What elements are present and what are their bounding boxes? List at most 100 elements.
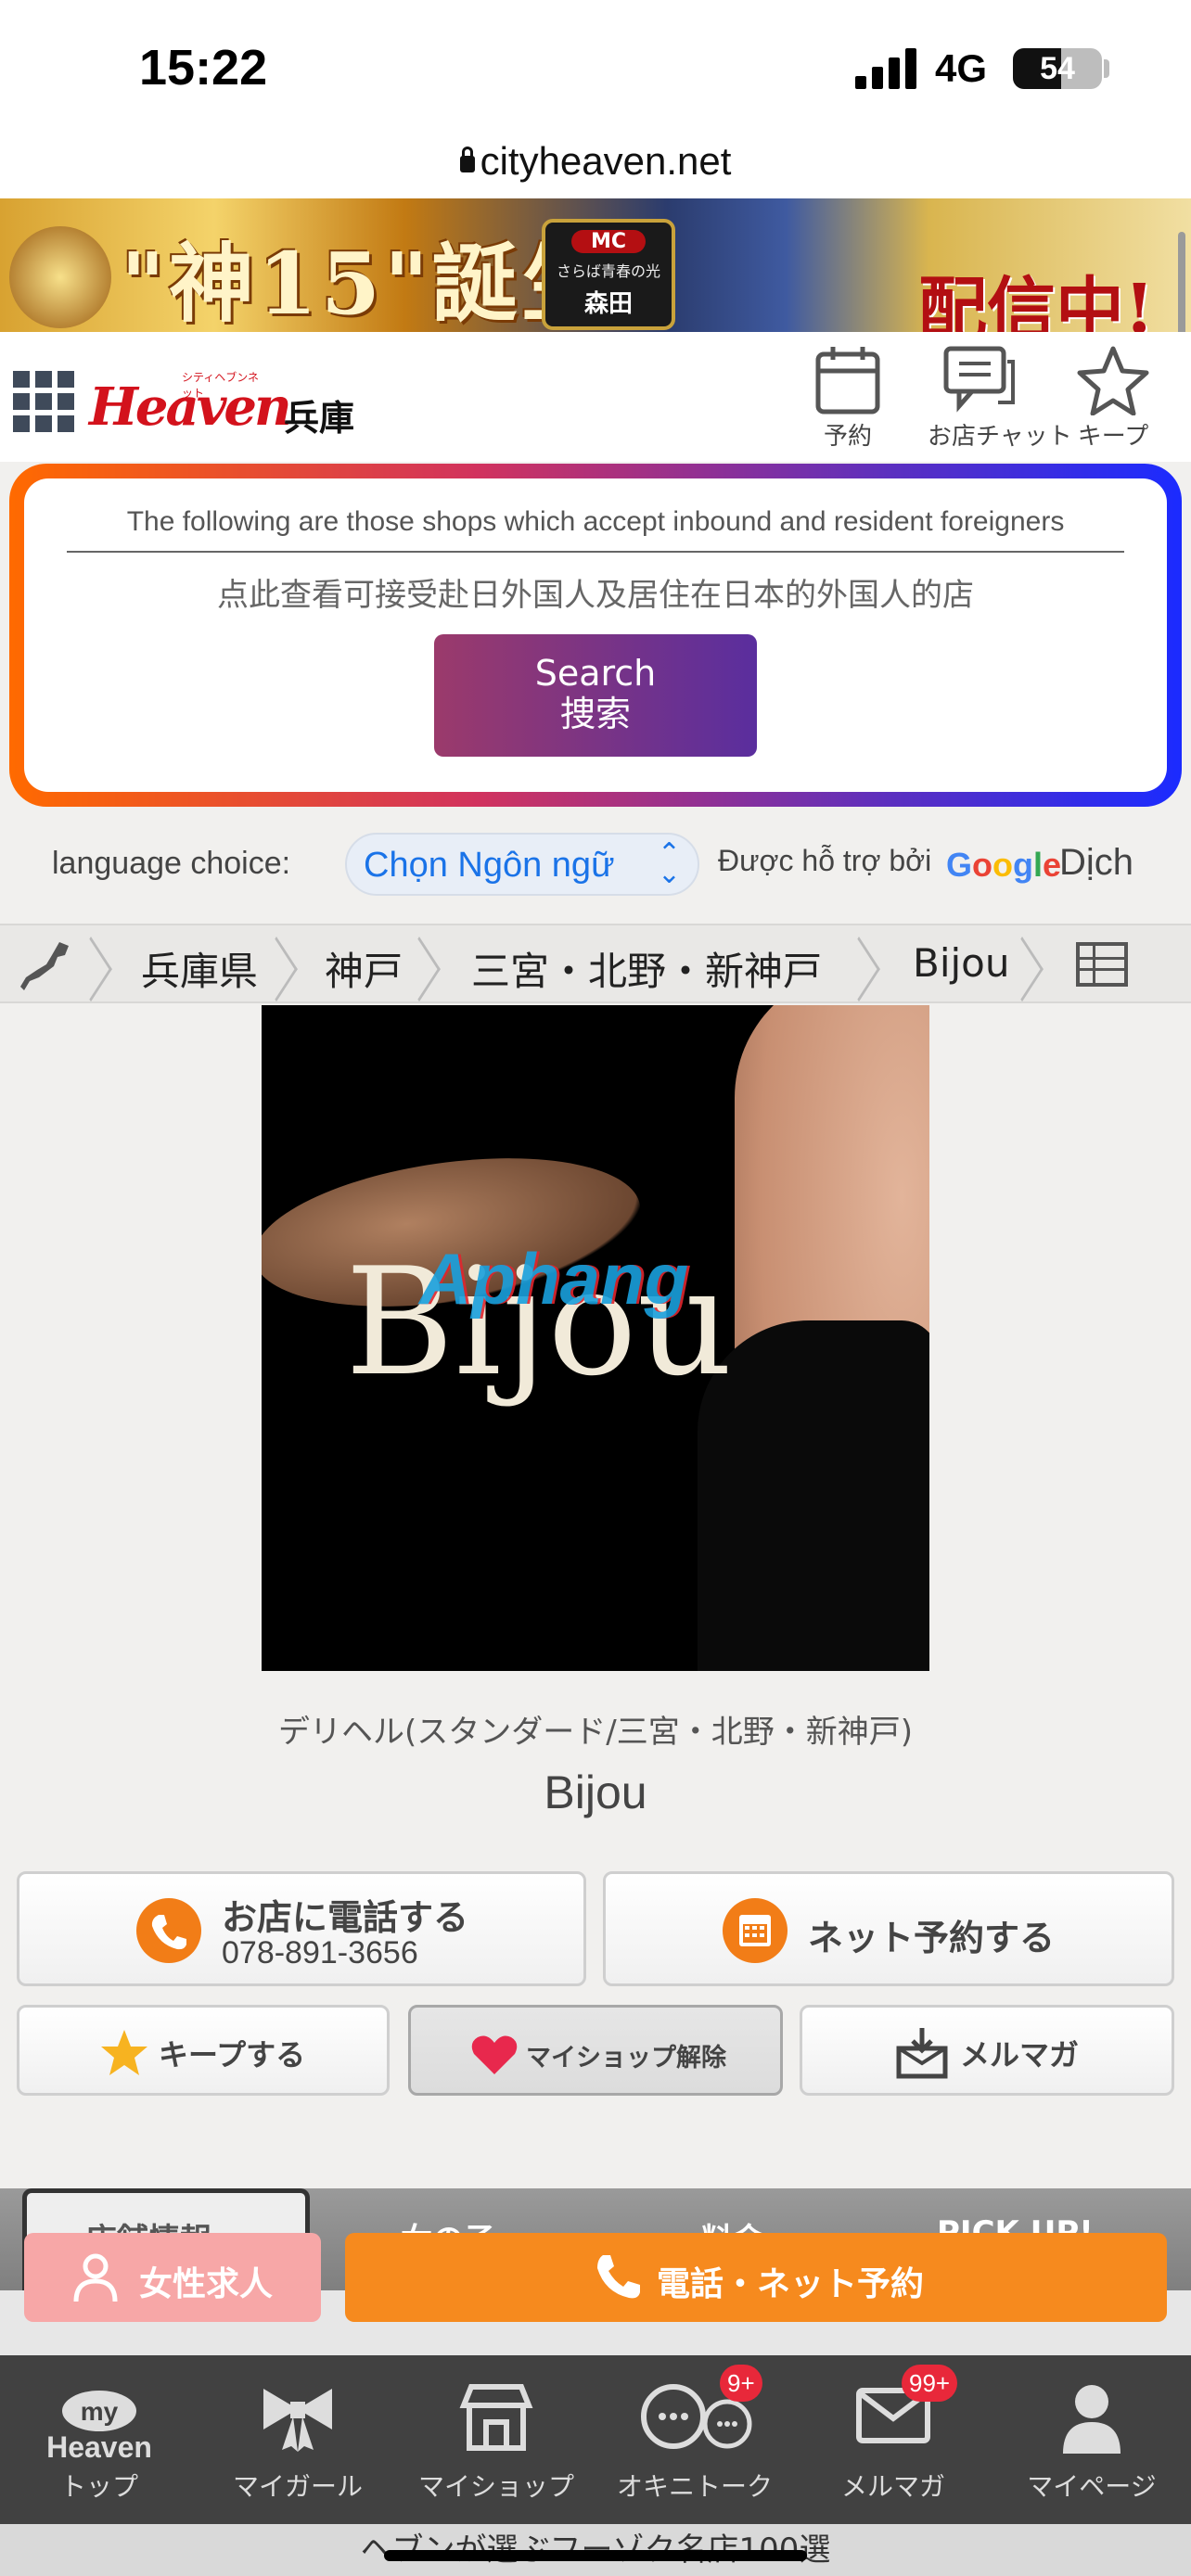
nav-label: オキニトーク bbox=[616, 2471, 773, 2502]
powered-by-text: Được hỗ trợ bởi bbox=[718, 844, 932, 877]
nav-label: マイページ bbox=[1027, 2471, 1157, 2502]
language-select[interactable]: Chọn Ngôn ngữ ⌃ ⌄ bbox=[345, 833, 699, 896]
signal-icon bbox=[855, 46, 920, 89]
watermark-text: Aphang bbox=[419, 1238, 689, 1320]
logo-text: Heaven bbox=[89, 376, 292, 438]
site-header: シティヘブンネット Heaven 兵庫 予約 お店チャット キープ bbox=[0, 332, 1191, 462]
header-button-label: お店チャット bbox=[928, 423, 1072, 451]
nav-label: メルマガ bbox=[840, 2471, 945, 2502]
list-view-icon[interactable] bbox=[1076, 942, 1128, 987]
breadcrumb-item[interactable]: 三宮・北野・新神戸 bbox=[471, 940, 822, 997]
language-row: language choice: Chọn Ngôn ngữ ⌃ ⌄ Được h… bbox=[0, 825, 1191, 909]
star-icon bbox=[1077, 346, 1149, 415]
breadcrumb-item[interactable]: 神戸 bbox=[325, 940, 403, 997]
header-button-label: 予約 bbox=[823, 423, 872, 451]
network-type: 4G bbox=[935, 46, 988, 90]
address-bar[interactable]: cityheaven.net bbox=[0, 139, 1191, 198]
net-reserve-label: ネット予約する bbox=[808, 1918, 1056, 1958]
nav-label: トップ bbox=[59, 2471, 138, 2502]
banner-badge: MC さらば青春の光 森田 bbox=[542, 219, 675, 330]
home-indicator[interactable] bbox=[384, 2550, 807, 2561]
shop-main-image[interactable]: Bijou Aphang bbox=[262, 1005, 929, 1671]
language-select-value: Chọn Ngôn ngữ bbox=[364, 846, 615, 885]
menu-grid-icon[interactable] bbox=[13, 371, 74, 432]
call-reserve-label: 電話・ネット予約 bbox=[657, 2265, 925, 2303]
select-arrows-icon: ⌃ ⌄ bbox=[657, 837, 681, 890]
badge-sub: さらば青春の光 bbox=[556, 262, 660, 280]
breadcrumb-item[interactable]: 兵庫県 bbox=[141, 940, 258, 997]
download-mail-icon bbox=[896, 2028, 948, 2079]
battery-tip bbox=[1104, 59, 1109, 78]
call-shop-button[interactable]: お店に電話する 078-891-3656 bbox=[17, 1871, 586, 1986]
heart-icon bbox=[471, 2035, 518, 2074]
breadcrumb-item-current[interactable]: Bijou bbox=[913, 940, 1009, 986]
nav-label: マイショップ bbox=[417, 2471, 574, 2502]
breadcrumb: 兵庫県 神戸 三宮・北野・新神戸 Bijou bbox=[0, 924, 1191, 1003]
call-reserve-button[interactable]: 電話・ネット予約 bbox=[345, 2233, 1167, 2322]
net-reserve-button[interactable]: ネット予約する bbox=[603, 1871, 1174, 1986]
nav-okini-talk[interactable]: 9+ オキニトーク bbox=[596, 2355, 794, 2524]
battery-icon: 54 bbox=[1013, 48, 1102, 89]
divider bbox=[67, 551, 1124, 553]
shop-name: Bijou bbox=[544, 1766, 647, 1818]
shop-icon bbox=[459, 2384, 533, 2451]
ribbon-icon bbox=[263, 2389, 332, 2452]
star-icon bbox=[101, 2030, 147, 2075]
foreigner-search-button[interactable]: Search 捜索 bbox=[434, 634, 757, 757]
nav-mailmag[interactable]: 99+ メルマガ bbox=[794, 2355, 992, 2524]
site-logo[interactable]: シティヘブンネット Heaven bbox=[89, 369, 292, 438]
banner-medal bbox=[9, 226, 111, 328]
japan-map-icon[interactable] bbox=[19, 938, 74, 994]
jobs-label: 女性求人 bbox=[139, 2265, 274, 2303]
status-bar: 15:22 4G 54 bbox=[0, 0, 1191, 139]
call-shop-label: お店に電話する bbox=[222, 1897, 469, 1938]
mailmag-button[interactable]: メルマガ bbox=[800, 2005, 1174, 2096]
keep-button[interactable]: キープする bbox=[17, 2005, 390, 2096]
notification-badge: 99+ bbox=[902, 2365, 958, 2402]
search-button-label: Search bbox=[534, 653, 657, 694]
logo-top-text: my bbox=[81, 2397, 119, 2426]
promo-banner[interactable]: "神15"誕生 MC さらば青春の光 森田 配信中! bbox=[0, 198, 1191, 332]
nav-label: マイガール bbox=[232, 2471, 363, 2502]
keep-label: キープする bbox=[159, 2037, 306, 2072]
badge-label: MC bbox=[571, 230, 646, 253]
header-chat-button[interactable]: お店チャット bbox=[928, 345, 1072, 452]
foreigner-chinese-text[interactable]: 点此查看可接受赴日外国人及居住在日本的外国人的店 bbox=[24, 569, 1167, 615]
region-label[interactable]: 兵庫 bbox=[284, 389, 354, 440]
lock-icon bbox=[459, 147, 475, 172]
notification-badge: 9+ bbox=[720, 2365, 762, 2402]
battery-level: 54 bbox=[1040, 51, 1075, 86]
url-text: cityheaven.net bbox=[0, 139, 1191, 184]
shop-phone-number: 078-891-3656 bbox=[222, 1935, 418, 1970]
header-reserve-button[interactable]: 予約 bbox=[796, 345, 900, 452]
language-label: language choice: bbox=[52, 846, 291, 881]
status-time: 15:22 bbox=[139, 40, 268, 96]
mailmag-label: メルマガ bbox=[960, 2037, 1080, 2072]
calendar-icon bbox=[815, 347, 880, 414]
foreigner-english-text: The following are those shops which acce… bbox=[126, 506, 1065, 537]
foreigner-search-box: The following are those shops which acce… bbox=[9, 464, 1182, 807]
header-keep-button[interactable]: キープ bbox=[1061, 345, 1165, 452]
calendar-icon bbox=[723, 1898, 788, 1963]
jobs-button[interactable]: 女性求人 bbox=[24, 2233, 321, 2322]
nav-my-shop[interactable]: マイショップ bbox=[397, 2355, 596, 2524]
url-label: cityheaven.net bbox=[480, 139, 732, 183]
translate-link[interactable]: Dịch bbox=[1059, 842, 1133, 884]
nav-my-page[interactable]: マイページ bbox=[992, 2355, 1191, 2524]
nav-my-girl[interactable]: マイガール bbox=[198, 2355, 397, 2524]
google-logo: Google bbox=[946, 846, 1062, 884]
phone-icon bbox=[597, 2255, 640, 2299]
my-heaven-icon: my Heaven bbox=[46, 2391, 152, 2464]
nav-top[interactable]: my Heaven トップ bbox=[0, 2355, 198, 2524]
badge-name: 森田 bbox=[583, 290, 633, 318]
phone-icon bbox=[136, 1898, 201, 1963]
banner-headline: "神15"誕生 bbox=[121, 234, 610, 332]
myshop-remove-button[interactable]: マイショップ解除 bbox=[408, 2005, 783, 2096]
shop-genre: デリヘル(スタンダード/三宮・北野・新神戸) bbox=[278, 1714, 913, 1751]
person-icon bbox=[1063, 2385, 1121, 2454]
header-button-label: キープ bbox=[1077, 423, 1149, 451]
banner-right-text: 配信中! bbox=[918, 270, 1155, 332]
bottom-nav: my Heaven トップ マイガール マイショップ 9+ オキニトーク 99+… bbox=[0, 2355, 1191, 2524]
chat-icon bbox=[943, 346, 1015, 413]
myshop-remove-label: マイショップ解除 bbox=[526, 2044, 726, 2072]
